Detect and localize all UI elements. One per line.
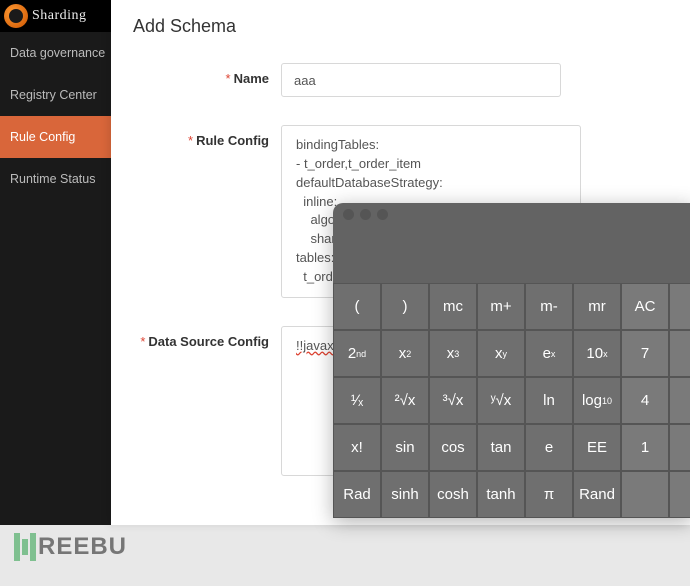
calc-button-xy[interactable]: xy [477, 330, 525, 377]
calc-button-x2[interactable]: x2 [381, 330, 429, 377]
calc-button-10x[interactable]: 10x [573, 330, 621, 377]
calc-button-log10[interactable]: log10 [573, 377, 621, 424]
watermark-text: REEBU [38, 533, 127, 561]
calc-button-)[interactable]: ) [381, 283, 429, 330]
calculator-window[interactable]: ()mcm+m-mrAC2ndx2x3xyex10x7¹∕ₓ²√x³√xʸ√xl… [333, 203, 690, 518]
calc-button-7[interactable]: 7 [621, 330, 669, 377]
name-input[interactable] [281, 63, 561, 97]
calc-button-3rx[interactable]: ³√x [429, 377, 477, 424]
calc-button-ex[interactable]: ex [525, 330, 573, 377]
calc-button-ln[interactable]: ln [525, 377, 573, 424]
calc-button-([interactable]: ( [333, 283, 381, 330]
name-label: *Name [133, 63, 281, 97]
calc-button-x3[interactable]: x3 [429, 330, 477, 377]
calc-button-1[interactable]: 1 [621, 424, 669, 471]
calc-button-sinh[interactable]: sinh [381, 471, 429, 518]
calc-button-EE[interactable]: EE [573, 424, 621, 471]
calc-button-tanh[interactable]: tanh [477, 471, 525, 518]
logo-text: Sharding [32, 8, 87, 24]
calc-button-m+[interactable]: m+ [477, 283, 525, 330]
close-icon[interactable] [343, 209, 354, 220]
data-source-config-label: *Data Source Config [133, 326, 281, 476]
calc-button-edge [669, 330, 690, 377]
calculator-display [333, 225, 690, 283]
calc-button-2nd[interactable]: 2nd [333, 330, 381, 377]
minimize-icon[interactable] [360, 209, 371, 220]
calculator-titlebar[interactable] [333, 203, 690, 225]
calc-button-1/x[interactable]: ¹∕ₓ [333, 377, 381, 424]
calc-button-Rad[interactable]: Rad [333, 471, 381, 518]
maximize-icon[interactable] [377, 209, 388, 220]
calc-button-yrx[interactable]: ʸ√x [477, 377, 525, 424]
calc-button-mr[interactable]: mr [573, 283, 621, 330]
calc-button-pi[interactable]: π [525, 471, 573, 518]
calc-button-cos[interactable]: cos [429, 424, 477, 471]
calc-button-e[interactable]: e [525, 424, 573, 471]
calc-button-mc[interactable]: mc [429, 283, 477, 330]
watermark: REEBU [14, 533, 127, 561]
calc-button-Rand[interactable]: Rand [573, 471, 621, 518]
calc-button-2rx[interactable]: ²√x [381, 377, 429, 424]
calc-button-AC[interactable]: AC [621, 283, 669, 330]
rule-config-label: *Rule Config [133, 125, 281, 298]
calculator-keypad: ()mcm+m-mrAC2ndx2x3xyex10x7¹∕ₓ²√x³√xʸ√xl… [333, 283, 690, 518]
calc-button-edge [669, 424, 690, 471]
calc-button-edge [669, 471, 690, 518]
logo-icon [4, 4, 28, 28]
panel-title: Add Schema [133, 16, 668, 37]
calc-button-sin[interactable]: sin [381, 424, 429, 471]
calc-button-edge [669, 283, 690, 330]
calc-button-x![interactable]: x! [333, 424, 381, 471]
calc-button-cosh[interactable]: cosh [429, 471, 477, 518]
calc-button-m-[interactable]: m- [525, 283, 573, 330]
calc-button-4[interactable]: 4 [621, 377, 669, 424]
calc-button-tan[interactable]: tan [477, 424, 525, 471]
calc-button-empty [621, 471, 669, 518]
form-row-name: *Name [133, 63, 668, 97]
calc-button-edge [669, 377, 690, 424]
